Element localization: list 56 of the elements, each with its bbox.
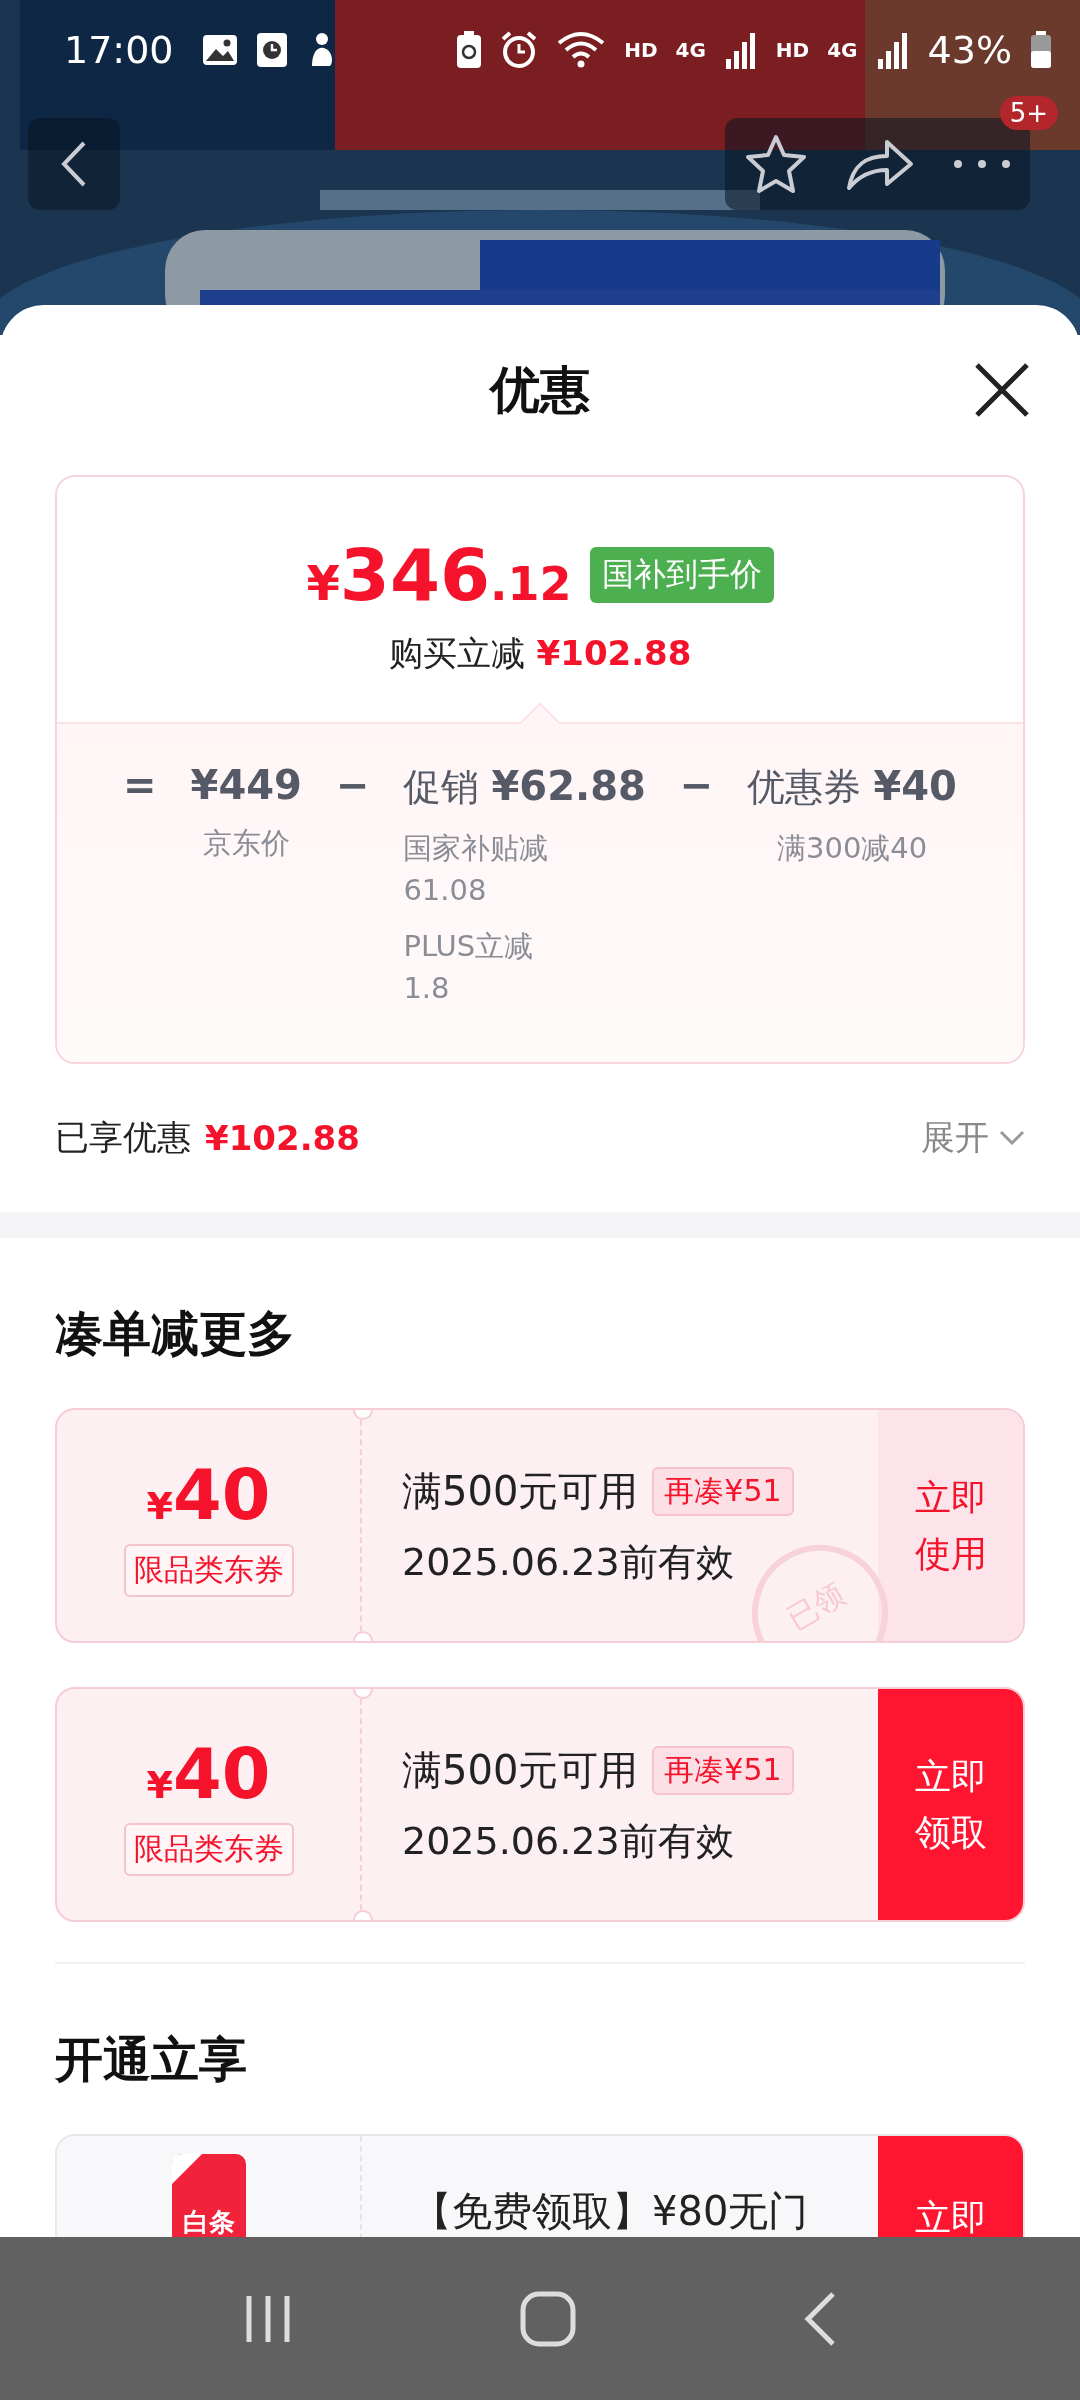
star-icon[interactable]	[743, 133, 808, 195]
battery-saver-icon	[456, 31, 483, 69]
operator-sign: −	[679, 762, 714, 810]
term-note: PLUS立减 1.8	[403, 928, 534, 1008]
term-note: 国家补贴减 61.08	[403, 830, 549, 910]
signal-icon	[723, 31, 758, 69]
chevron-down-icon	[999, 1130, 1025, 1146]
reduction-label: 购买立减	[388, 631, 525, 675]
section-title: 凑单减更多	[55, 1304, 296, 1363]
network-type-label: 4G	[675, 38, 706, 62]
home-icon[interactable]	[520, 2290, 576, 2347]
coupon-condition: 【免费领取】¥80无门	[412, 2187, 809, 2236]
coupon-tag: 限品类东券	[123, 1544, 294, 1597]
back-icon[interactable]	[802, 2290, 837, 2347]
status-time: 17:00	[64, 28, 174, 72]
coupon-amount: ¥40	[146, 1454, 271, 1536]
price-term: ¥449	[190, 762, 302, 808]
reduction-value: ¥102.88	[536, 632, 692, 673]
coupon-action-button[interactable]: 立即领取	[878, 1689, 1023, 1920]
savings-value: ¥102.88	[205, 1118, 360, 1158]
coupon-condition: 满500元可用	[402, 1466, 639, 1516]
term-note: 京东价	[202, 825, 290, 862]
top-up-tag: 再凑¥51	[652, 1745, 794, 1795]
section-title: 开通立享	[55, 2030, 248, 2089]
more-icon[interactable]	[951, 159, 1012, 169]
term-note: 满300减40	[777, 830, 928, 867]
signal-icon	[875, 31, 910, 69]
wifi-icon	[556, 31, 607, 69]
final-price: ¥346.12	[306, 532, 572, 617]
price-term: 优惠券 ¥40	[747, 762, 957, 811]
hd-label: HD	[775, 38, 810, 62]
coupon-tag: 限品类东券	[123, 1823, 294, 1876]
sheet-title: 优惠	[490, 359, 590, 421]
operator-sign: −	[335, 762, 370, 810]
coupon-amount: ¥40	[146, 1733, 271, 1815]
price-term: 促销 ¥62.88	[403, 762, 646, 811]
back-button[interactable]	[28, 118, 120, 210]
battery-icon	[1030, 31, 1052, 69]
battery-percent: 43%	[927, 28, 1012, 72]
image-icon	[201, 34, 238, 66]
top-up-tag: 再凑¥51	[652, 1466, 794, 1516]
expand-toggle[interactable]: 展开	[921, 1115, 1025, 1161]
alarm-icon	[500, 31, 539, 69]
price-tag: 国补到手价	[589, 546, 774, 603]
folded-corner-icon	[171, 2154, 202, 2184]
coupon-action-button[interactable]: 立即使用	[878, 1410, 1023, 1641]
coupon-validity: 2025.06.23前有效	[402, 1817, 735, 1865]
savings-label: 已享优惠	[55, 1116, 191, 1159]
operator-sign: =	[123, 762, 157, 810]
clock-icon	[255, 32, 288, 68]
coupon-action-button[interactable]: 立即	[878, 2136, 1023, 2237]
network-type-label: 4G	[827, 38, 858, 62]
hd-label: HD	[624, 38, 658, 62]
coupon-condition: 满500元可用	[402, 1745, 639, 1795]
coupon-validity: 2025.06.23前有效	[402, 1538, 735, 1586]
icon-label: 白条	[182, 2206, 235, 2237]
